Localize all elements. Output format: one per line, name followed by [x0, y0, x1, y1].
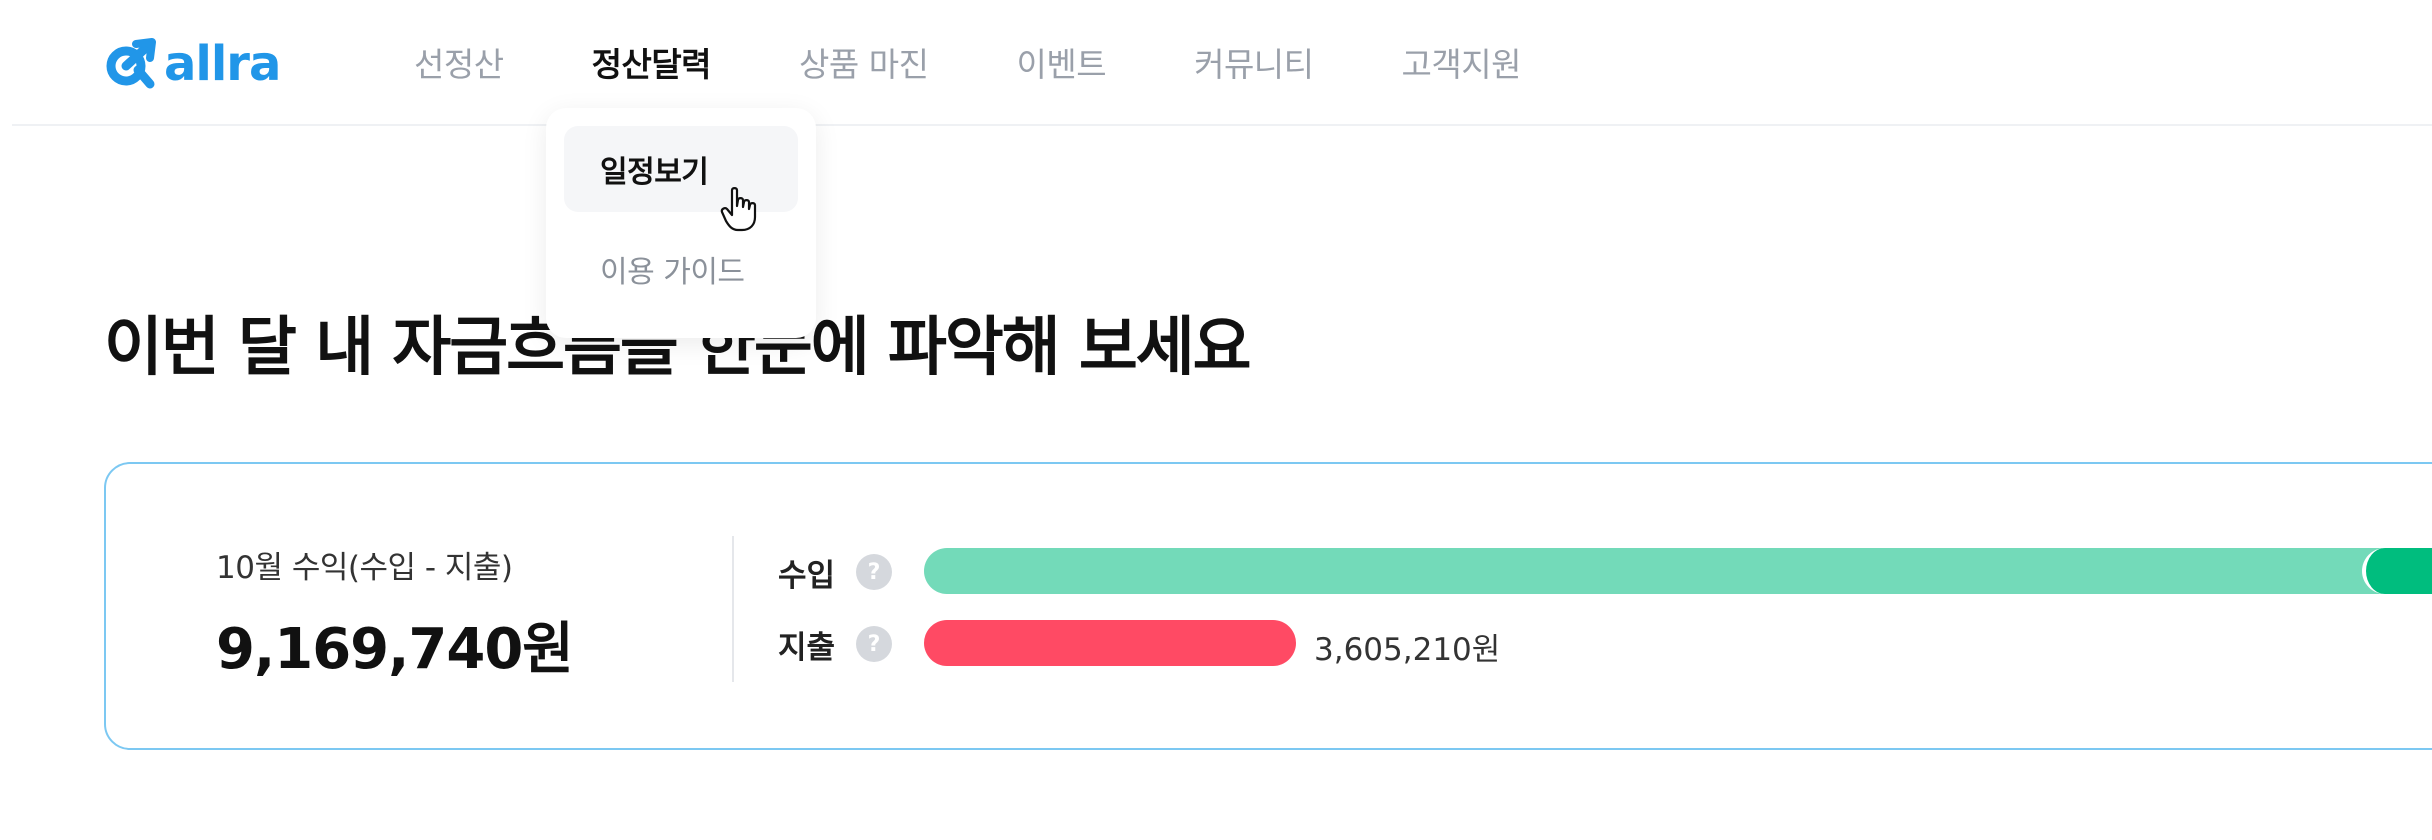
profit-value: 9,169,740원 [216, 617, 574, 682]
main-nav: 선정산 정산달력 상품 마진 이벤트 커뮤니티 고객지원 [414, 0, 1609, 124]
monthly-summary-card: 10월 수익(수입 - 지출) 9,169,740원 수입 ? 지출 ? 3,6… [104, 462, 2432, 750]
expense-label: 지출 [778, 630, 836, 666]
income-label: 수입 [778, 558, 836, 594]
hand-pointer-icon [720, 187, 757, 232]
income-bar-segment [2362, 548, 2432, 594]
expense-bar [924, 620, 1296, 666]
nav-item-customer-support[interactable]: 고객지원 [1402, 38, 1522, 86]
income-help-icon[interactable]: ? [856, 554, 892, 590]
logo[interactable]: allra [104, 36, 281, 92]
allra-logo-icon [106, 38, 156, 89]
card-divider [732, 536, 734, 682]
profit-label: 10월 수익(수입 - 지출) [216, 550, 513, 586]
page: allra 선정산 정산달력 상품 마진 이벤트 커뮤니티 고객지원 일정보기 … [0, 0, 2432, 840]
dropdown-item-view-schedule[interactable]: 일정보기 [564, 126, 798, 212]
nav-item-pre-settlement[interactable]: 선정산 [414, 38, 504, 86]
income-bar [924, 548, 2432, 594]
nav-item-community[interactable]: 커뮤니티 [1194, 38, 1314, 86]
expense-amount: 3,605,210원 [1314, 632, 1501, 668]
nav-item-product-margin[interactable]: 상품 마진 [799, 38, 929, 86]
nav-item-events[interactable]: 이벤트 [1016, 38, 1106, 86]
settlement-calendar-dropdown: 일정보기 이용 가이드 [546, 108, 816, 338]
logo-text: allra [164, 36, 281, 92]
expense-help-icon[interactable]: ? [856, 626, 892, 662]
nav-item-settlement-calendar[interactable]: 정산달력 [592, 38, 712, 86]
top-nav-bar: allra 선정산 정산달력 상품 마진 이벤트 커뮤니티 고객지원 [12, 0, 2432, 126]
dropdown-item-usage-guide[interactable]: 이용 가이드 [564, 226, 798, 312]
